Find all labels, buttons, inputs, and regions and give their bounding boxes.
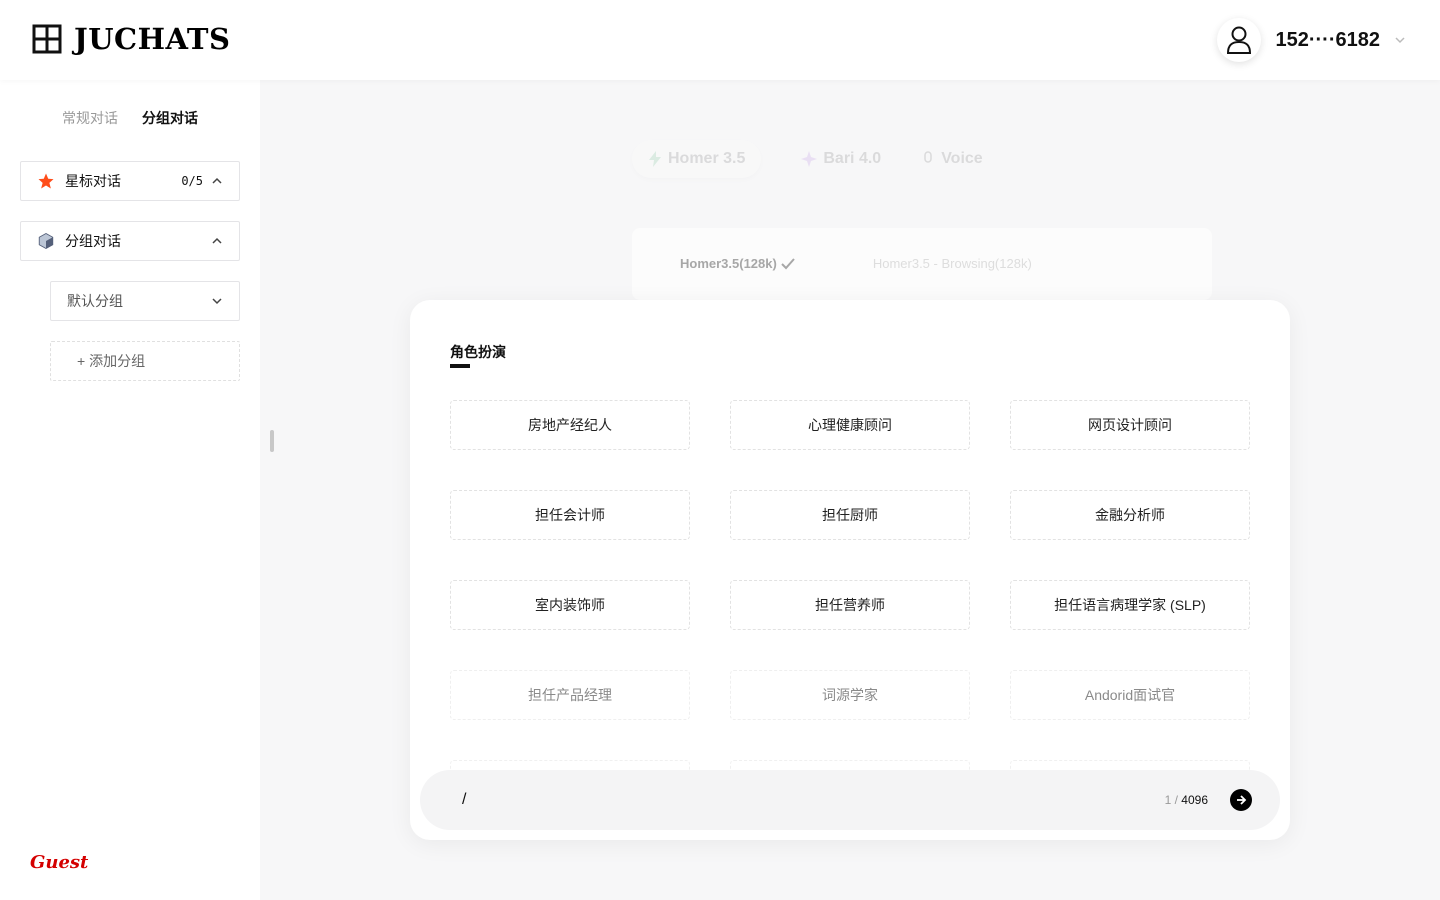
role-grid: 房地产经纪人 心理健康顾问 网页设计顾问 担任会计师 担任厨师 金融分析师 室内… bbox=[450, 400, 1250, 810]
role-option[interactable]: 担任营养师 bbox=[730, 580, 970, 630]
send-button[interactable] bbox=[1230, 789, 1252, 811]
tab-group-chat[interactable]: 分组对话 bbox=[142, 108, 198, 128]
star-icon bbox=[38, 173, 54, 189]
user-icon bbox=[1227, 26, 1252, 54]
group-chats-panel[interactable]: 分组对话 bbox=[20, 221, 240, 261]
model-option-homer[interactable]: Homer 3.5 bbox=[632, 140, 762, 178]
chevron-up-icon[interactable] bbox=[211, 235, 223, 247]
guest-badge: Guest bbox=[30, 852, 89, 873]
default-group-label: 默认分组 bbox=[67, 293, 123, 309]
chevron-down-icon[interactable] bbox=[211, 295, 223, 307]
starred-chats-panel[interactable]: 星标对话 0/5 bbox=[20, 161, 240, 201]
submodel-option-browsing[interactable]: Homer3.5 - Browsing(128k) bbox=[873, 256, 1032, 271]
char-count-separator: / bbox=[1171, 793, 1182, 807]
microphone-icon bbox=[924, 151, 932, 163]
chevron-up-icon[interactable] bbox=[211, 175, 223, 187]
starred-count: 0/5 bbox=[181, 174, 203, 188]
logo-text: JUCHATS bbox=[74, 22, 231, 56]
role-play-title: 角色扮演 bbox=[450, 344, 506, 368]
model-option-voice[interactable]: Voice bbox=[921, 150, 983, 168]
char-count-max: 4096 bbox=[1181, 793, 1208, 807]
chat-input-bar: 1 / 4096 bbox=[420, 770, 1280, 830]
submodel-row: Homer3.5(128k) Homer3.5 - Browsing(128k) bbox=[680, 256, 1032, 271]
role-option[interactable]: 网页设计顾问 bbox=[1010, 400, 1250, 450]
role-option[interactable]: 担任会计师 bbox=[450, 490, 690, 540]
user-phone: 152····6182 bbox=[1275, 28, 1380, 51]
sidebar: 常规对话 分组对话 星标对话 0/5 分组对话 默认分组 + 添加分组 Gues… bbox=[0, 80, 260, 900]
submodel-label: Homer3.5(128k) bbox=[680, 256, 777, 271]
role-option[interactable]: 担任产品经理 bbox=[450, 670, 690, 720]
cube-icon bbox=[38, 232, 54, 250]
role-option[interactable]: 词源学家 bbox=[730, 670, 970, 720]
tab-normal-chat[interactable]: 常规对话 bbox=[62, 108, 118, 128]
sidebar-resize-handle[interactable] bbox=[270, 430, 274, 452]
role-option[interactable]: 室内装饰师 bbox=[450, 580, 690, 630]
model-label: Voice bbox=[941, 150, 983, 167]
starred-chats-label: 星标对话 bbox=[65, 173, 121, 189]
submodel-option-default[interactable]: Homer3.5(128k) bbox=[680, 256, 795, 271]
sparkle-icon bbox=[801, 151, 818, 167]
layout-grid-icon bbox=[32, 24, 62, 54]
group-chats-label: 分组对话 bbox=[65, 233, 121, 249]
role-option[interactable]: 房地产经纪人 bbox=[450, 400, 690, 450]
chevron-down-icon[interactable] bbox=[1394, 34, 1406, 46]
chat-input[interactable] bbox=[462, 791, 1165, 809]
model-label: Bari 4.0 bbox=[823, 150, 882, 167]
checkmark-icon bbox=[781, 257, 795, 269]
add-group-label: + 添加分组 bbox=[77, 353, 146, 369]
model-switcher: Homer 3.5 Bari 4.0 Voice bbox=[632, 140, 983, 178]
char-counter: 1 / 4096 bbox=[1165, 793, 1208, 807]
role-play-card: 角色扮演 房地产经纪人 心理健康顾问 网页设计顾问 担任会计师 担任厨师 金融分… bbox=[410, 300, 1290, 840]
arrow-right-icon bbox=[1237, 795, 1247, 805]
logo[interactable]: JUCHATS bbox=[32, 22, 230, 56]
default-group-item[interactable]: 默认分组 bbox=[50, 281, 240, 321]
top-header: JUCHATS 152····6182 bbox=[0, 0, 1440, 80]
model-option-bari[interactable]: Bari 4.0 bbox=[801, 150, 881, 168]
role-option[interactable]: Andorid面试官 bbox=[1010, 670, 1250, 720]
role-option[interactable]: 担任语言病理学家 (SLP) bbox=[1010, 580, 1250, 630]
role-option[interactable]: 金融分析师 bbox=[1010, 490, 1250, 540]
add-group-button[interactable]: + 添加分组 bbox=[50, 341, 240, 381]
model-label: Homer 3.5 bbox=[668, 150, 746, 167]
avatar[interactable] bbox=[1217, 18, 1262, 62]
user-menu[interactable]: 152····6182 bbox=[1217, 18, 1406, 62]
role-option[interactable]: 心理健康顾问 bbox=[730, 400, 970, 450]
role-option[interactable]: 担任厨师 bbox=[730, 490, 970, 540]
bolt-icon bbox=[649, 151, 661, 167]
sidebar-tabs: 常规对话 分组对话 bbox=[62, 108, 198, 128]
